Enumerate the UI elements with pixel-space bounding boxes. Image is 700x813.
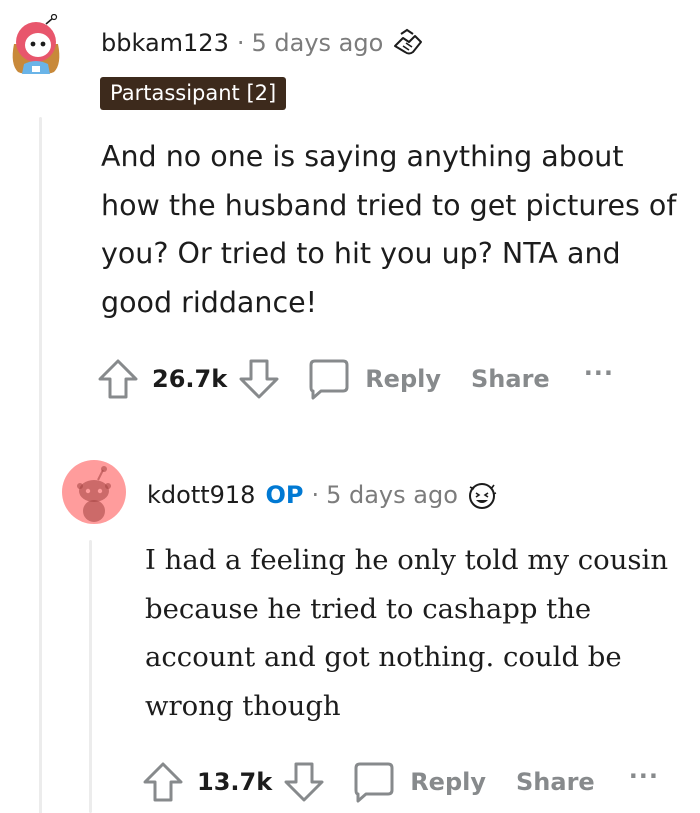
more-options-button[interactable]: ··· xyxy=(629,762,659,790)
vote-score: 26.7k xyxy=(152,365,228,393)
comment-header: kdott918 OP · 5 days ago xyxy=(147,478,500,512)
comment-body: I had a feeling he only told my cousin b… xyxy=(145,544,669,722)
more-options-button[interactable]: ··· xyxy=(584,359,614,387)
thread-line[interactable] xyxy=(89,540,92,813)
comment-bubble-icon[interactable] xyxy=(350,760,394,804)
lol-award-icon[interactable] xyxy=(466,479,500,511)
vote-score: 13.7k xyxy=(197,768,273,796)
thread-line[interactable] xyxy=(39,117,42,813)
timestamp[interactable]: 5 days ago xyxy=(326,481,458,509)
separator-dot: · xyxy=(311,481,320,509)
avatar[interactable] xyxy=(61,459,127,525)
timestamp[interactable]: 5 days ago xyxy=(251,29,383,57)
user-flair: Partassipant [2] xyxy=(100,77,287,110)
avatar[interactable] xyxy=(6,13,66,76)
separator-dot: · xyxy=(236,29,245,57)
op-badge: OP xyxy=(265,481,304,509)
downvote-icon[interactable] xyxy=(282,760,326,804)
upvote-icon[interactable] xyxy=(96,357,140,401)
reply-button[interactable]: Reply xyxy=(365,365,441,393)
comment-bubble-icon[interactable] xyxy=(305,357,349,401)
comment-actions: 26.7k Reply Share ··· xyxy=(96,355,614,403)
comment-header: bbkam123 · 5 days ago xyxy=(101,26,425,60)
handshake-award-icon[interactable] xyxy=(391,28,425,58)
share-button[interactable]: Share xyxy=(471,365,550,393)
comment-actions: 13.7k Reply Share ··· xyxy=(141,758,659,806)
upvote-icon[interactable] xyxy=(141,760,185,804)
share-button[interactable]: Share xyxy=(516,768,595,796)
username[interactable]: bbkam123 xyxy=(101,29,229,57)
comment-thread: bbkam123 · 5 days ago Partassipant [2] A… xyxy=(0,0,700,813)
comment-body: And no one is saying anything about how … xyxy=(101,140,677,319)
downvote-icon[interactable] xyxy=(237,357,281,401)
username[interactable]: kdott918 xyxy=(147,481,255,509)
reply-button[interactable]: Reply xyxy=(410,768,486,796)
